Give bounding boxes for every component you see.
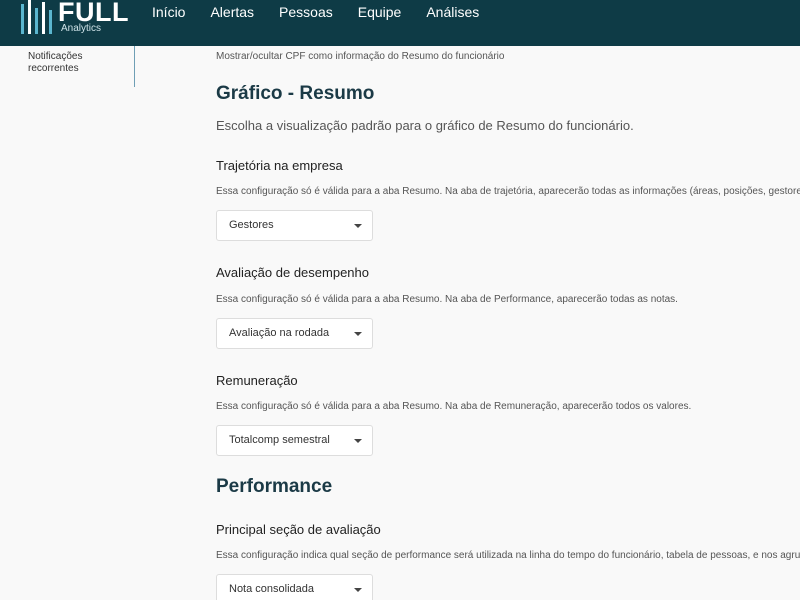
settings-content: Mostrar/ocultar CPF como informação do R… <box>216 0 800 600</box>
avaliacao-select-value: Avaliação na rodada <box>229 327 330 339</box>
caret-down-icon <box>354 439 362 443</box>
cpf-toggle-hint: Mostrar/ocultar CPF como informação do R… <box>216 51 505 62</box>
remuneracao-select-value: Totalcomp semestral <box>229 434 330 446</box>
secao-avaliacao-select-value: Nota consolidada <box>229 583 315 595</box>
field-label-trajetoria: Trajetória na empresa <box>216 158 343 173</box>
logo-name: FULL <box>58 0 129 27</box>
caret-down-icon <box>354 332 362 336</box>
field-hint-avaliacao: Essa configuração só é válida para a aba… <box>216 294 678 305</box>
nav-inicio[interactable]: Início <box>152 4 185 20</box>
avaliacao-select[interactable]: Avaliação na rodada <box>216 318 373 349</box>
logo-mark-icon <box>21 0 52 34</box>
trajetoria-select[interactable]: Gestores <box>216 210 373 241</box>
field-label-remuneracao: Remuneração <box>216 373 298 388</box>
logo[interactable]: FULL Analytics <box>18 0 129 36</box>
field-label-secao-avaliacao: Principal seção de avaliação <box>216 522 381 537</box>
secao-avaliacao-select[interactable]: Nota consolidada <box>216 574 373 600</box>
section-title-grafico: Gráfico - Resumo <box>216 83 375 104</box>
field-hint-remuneracao: Essa configuração só é válida para a aba… <box>216 401 692 412</box>
caret-down-icon <box>354 588 362 592</box>
field-label-avaliacao: Avaliação de desempenho <box>216 265 369 280</box>
section-title-performance: Performance <box>216 476 333 497</box>
field-hint-secao-avaliacao: Essa configuração indica qual seção de p… <box>216 550 800 561</box>
section-subtitle-grafico: Escolha a visualização padrão para o grá… <box>216 118 634 133</box>
settings-sidebar: Notificações recorrentes <box>0 46 135 87</box>
caret-down-icon <box>354 224 362 228</box>
sidebar-item-notificacoes-recorrentes[interactable]: Notificações recorrentes <box>28 51 128 75</box>
field-hint-trajetoria: Essa configuração só é válida para a aba… <box>216 186 800 197</box>
remuneracao-select[interactable]: Totalcomp semestral <box>216 425 373 456</box>
trajetoria-select-value: Gestores <box>229 219 274 231</box>
